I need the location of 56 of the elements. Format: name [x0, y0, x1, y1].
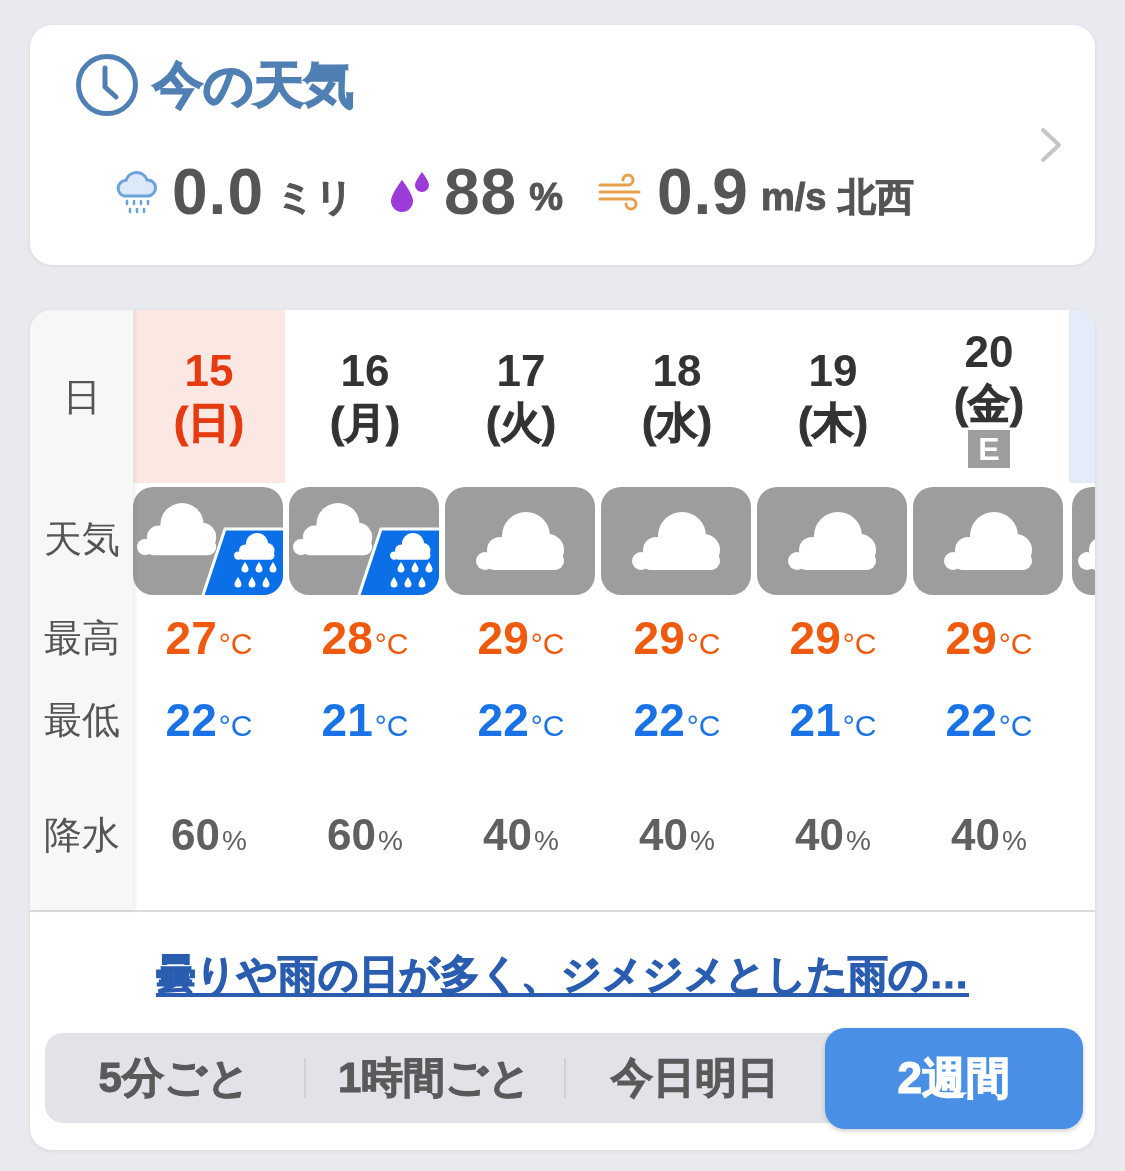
- precipitation-chance: 60%: [171, 813, 247, 857]
- precipitation-chance: 60%: [327, 813, 403, 857]
- day-of-week: (月): [330, 397, 400, 448]
- low-temperature: 21°C: [321, 697, 409, 743]
- day-date: 16: [340, 344, 390, 397]
- clock-icon: [75, 53, 139, 117]
- cloud-rain-icon: [289, 487, 439, 595]
- day-date: 15: [184, 344, 234, 397]
- letter-badge: E: [968, 429, 1010, 468]
- day-date: 19: [808, 344, 858, 397]
- reading-value: 0.9: [656, 160, 749, 224]
- low-temperature: 22°C: [945, 697, 1033, 743]
- day-of-week: (日): [174, 397, 244, 448]
- reading-value: 0.0: [172, 160, 264, 224]
- day-of-week: (金): [954, 378, 1024, 429]
- view-tab[interactable]: 5分ごと: [45, 1033, 304, 1123]
- high-temperature: 27°C: [165, 614, 253, 661]
- precipitation-chance: 40%: [483, 813, 559, 857]
- view-tab[interactable]: 1時間ごと: [305, 1033, 564, 1123]
- high-temperature: 29°C: [633, 614, 721, 661]
- low-temperature: 22°C: [165, 697, 253, 743]
- chevron-right-icon[interactable]: [1040, 127, 1062, 163]
- day-date: 17: [496, 344, 546, 397]
- day-of-week: (火): [486, 397, 556, 448]
- row-label: 日: [62, 377, 101, 416]
- day-of-week: (木): [798, 397, 868, 448]
- row-label: 天気: [43, 520, 120, 558]
- reading-value: 88: [443, 160, 518, 224]
- day-of-week: (水): [642, 397, 712, 448]
- high-temperature: 29°C: [477, 614, 565, 661]
- day-date: 18: [652, 344, 702, 397]
- reading-unit: ミリ: [275, 178, 354, 216]
- high-temperature: 29°C: [945, 614, 1033, 661]
- low-temperature: 21°C: [789, 697, 877, 743]
- high-temperature: 29°C: [789, 614, 877, 661]
- cloud-icon: [601, 487, 751, 595]
- precipitation-chance: 40%: [951, 813, 1027, 857]
- low-temperature: 22°C: [477, 697, 565, 743]
- high-temperature: 28°C: [321, 614, 409, 661]
- view-tab[interactable]: 2週間: [824, 1027, 1083, 1129]
- cloud-icon: [757, 487, 907, 595]
- precipitation-chance: 40%: [639, 813, 715, 857]
- section-title: 今の天気: [153, 60, 354, 110]
- wind-direction: 北西: [838, 178, 915, 216]
- reading-unit: m/s: [760, 178, 827, 216]
- row-label: 最高: [43, 618, 120, 657]
- cloud-icon: [913, 487, 1063, 595]
- day-date: 20: [964, 325, 1014, 378]
- precipitation-chance: 40%: [795, 813, 871, 857]
- forecast-summary-link[interactable]: 曇りや雨の日が多く、ジメジメとした雨の…: [156, 952, 969, 996]
- view-tab[interactable]: 今日明日: [566, 1033, 825, 1123]
- row-label: 最低: [43, 701, 120, 739]
- low-temperature: 22°C: [633, 697, 721, 743]
- reading-unit: %: [529, 178, 563, 216]
- row-label: 降水: [43, 816, 120, 854]
- cloud-icon: [445, 487, 595, 595]
